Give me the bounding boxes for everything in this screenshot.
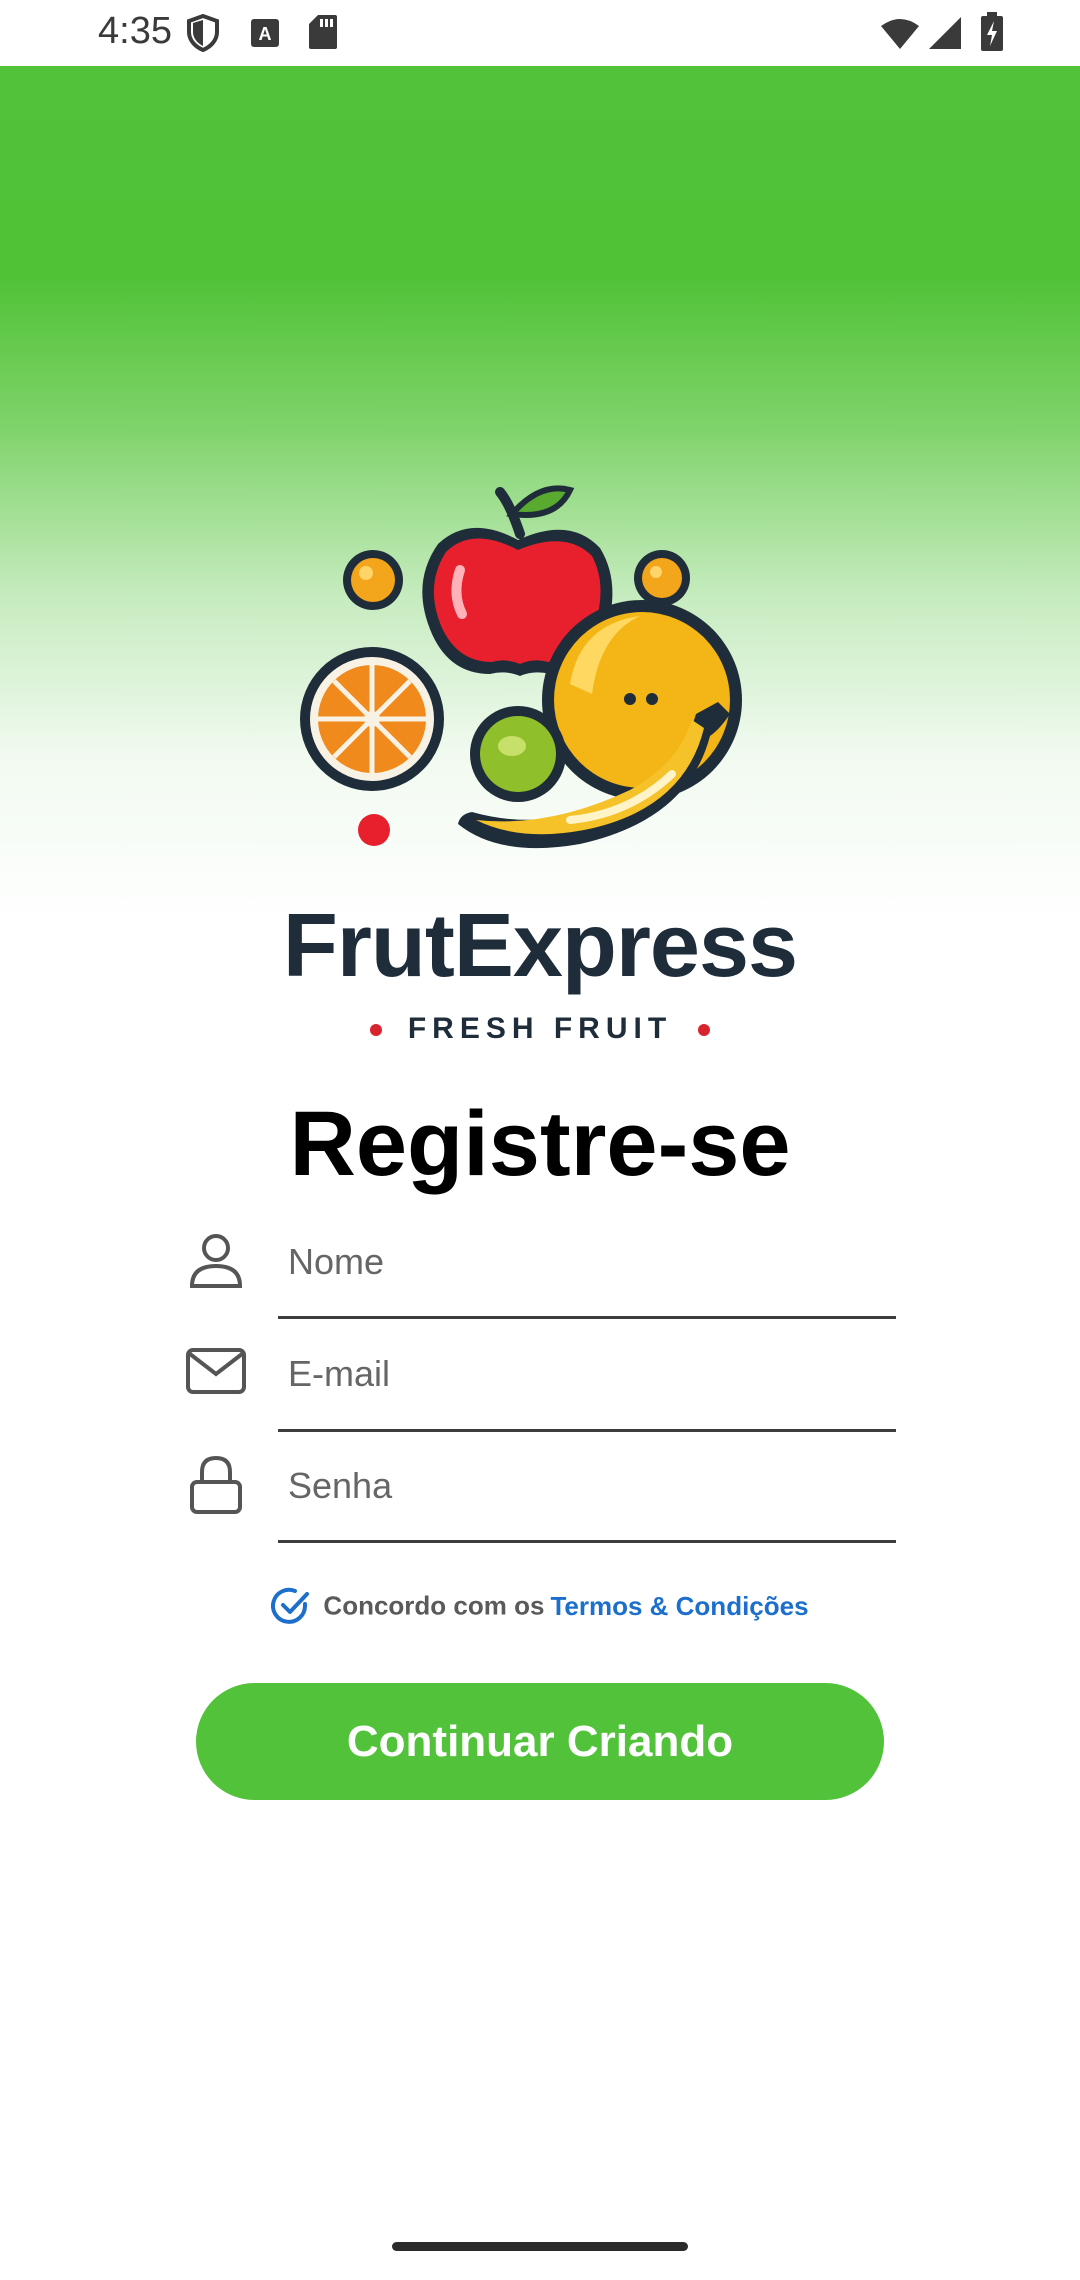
continue-button[interactable]: Continuar Criando [196,1683,884,1800]
sd-card-icon [308,14,338,55]
brand-name: FrutExpress [282,896,798,996]
name-field[interactable] [278,1222,896,1302]
lock-icon [184,1452,248,1516]
a-notification-icon: A [250,18,280,53]
brand-tagline-row: FRESH FRUIT [0,1012,1080,1046]
user-icon [184,1228,248,1292]
terms-link[interactable]: Termos & Condições [550,1591,808,1621]
brand-tagline: FRESH FRUIT [407,1012,673,1045]
signal-icon [928,16,962,55]
name-field-underline [278,1316,896,1319]
password-field[interactable] [278,1446,896,1526]
tagline-dot-icon [369,1024,382,1037]
battery-charging-icon [980,12,1004,57]
password-field-underline [278,1540,896,1543]
terms-checkbox-icon[interactable] [271,1586,311,1626]
email-field[interactable] [278,1334,896,1414]
fruit-logo-icon [300,474,760,894]
home-indicator[interactable] [392,2242,688,2251]
wifi-icon [880,18,920,55]
page-title: Registre-se [289,1093,791,1195]
status-time: 4:35 [98,10,172,52]
shield-icon [186,13,220,57]
terms-text: Concordo com os [323,1590,545,1621]
email-field-underline [278,1429,896,1432]
status-bar: 4:35 A [0,0,1080,66]
svg-text:A: A [259,24,272,44]
terms-row: Concordo com os Termos & Condições [0,1586,1080,1626]
tagline-dot-icon [698,1024,711,1037]
mail-icon [184,1340,248,1404]
